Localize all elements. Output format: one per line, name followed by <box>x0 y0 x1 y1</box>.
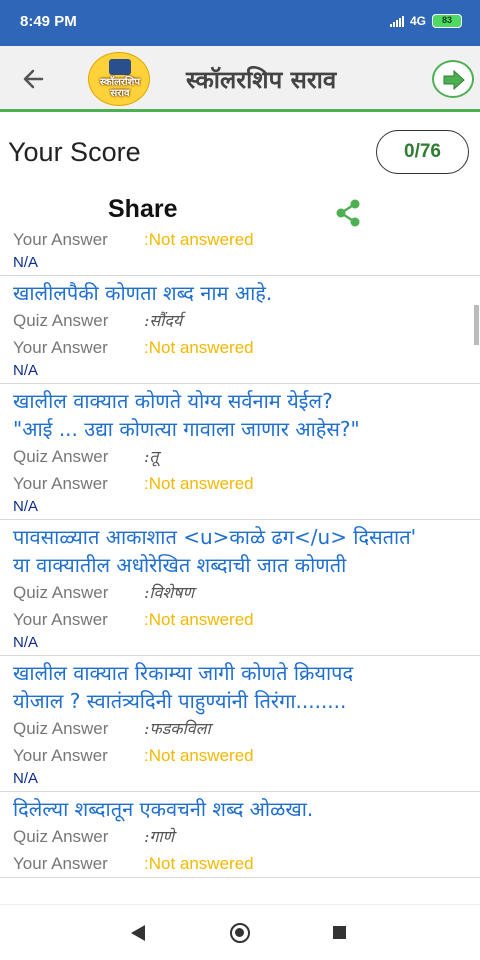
question-text: पावसाळ्यात आकाशात <u>काळे ढग</u> दिसतात' <box>13 525 417 549</box>
signal-icon <box>389 15 404 27</box>
system-nav-bar <box>0 904 480 960</box>
network-label: 4G <box>409 14 426 28</box>
answer-list[interactable]: Your Answer :Not answered N/A खालीलपैकी … <box>0 232 480 904</box>
question-text-line2: या वाक्यातील अधोरेखित शब्दाची जात कोणती <box>13 553 347 577</box>
quiz-answer-row: Quiz Answer :गाणे <box>13 823 467 850</box>
question-text-line2: योजाल ? स्वातंत्र्यदिनी पाहुण्यांनी तिरं… <box>13 689 347 713</box>
quiz-answer-label: Quiz Answer <box>13 311 109 330</box>
list-item: दिलेल्या शब्दातून एकवचनी शब्द ओळखा. Quiz… <box>0 792 480 878</box>
your-answer-value: :Not answered <box>144 474 254 493</box>
your-answer-row: Your Answer :Not answered <box>13 470 467 497</box>
na-label: N/A <box>13 254 39 271</box>
question-text: खालील वाक्यात रिकाम्या जागी कोणते क्रिया… <box>13 661 354 685</box>
scrollbar[interactable] <box>474 305 479 345</box>
na-label: N/A <box>13 498 39 515</box>
quiz-answer-value: :विशेषण <box>144 583 195 602</box>
quiz-answer-row: Quiz Answer :सौंदर्य <box>13 307 467 334</box>
nav-recent-icon[interactable] <box>333 926 346 939</box>
your-answer-value: :Not answered <box>144 338 254 357</box>
list-item: खालीलपैकी कोणता शब्द नाम आहे. Quiz Answe… <box>0 276 480 384</box>
your-answer-label: Your Answer <box>13 474 108 493</box>
score-value: 0/76 <box>376 130 469 174</box>
your-answer-label: Your Answer <box>13 854 108 873</box>
your-answer-value: :Not answered <box>144 610 254 629</box>
next-button[interactable] <box>432 60 474 98</box>
logo-text: स्कॉलरशिप सराव <box>99 77 141 99</box>
quiz-answer-row: Quiz Answer :फडकविला <box>13 715 467 742</box>
nav-back-icon[interactable] <box>131 925 145 941</box>
list-item: पावसाळ्यात आकाशात <u>काळे ढग</u> दिसतात'… <box>0 520 480 656</box>
your-answer-label: Your Answer <box>13 610 108 629</box>
quiz-answer-label: Quiz Answer <box>13 583 109 602</box>
your-answer-row: Your Answer :Not answered <box>13 742 467 769</box>
na-label: N/A <box>13 770 39 787</box>
arrow-right-icon <box>443 70 465 90</box>
question-text-line2: "आई ... उद्या कोणत्या गावाला जाणार आहेस?… <box>13 417 360 441</box>
share-icon[interactable] <box>334 198 362 228</box>
back-button[interactable] <box>20 65 48 93</box>
your-answer-row: Your Answer :Not answered <box>13 232 467 253</box>
question-text: खालील वाक्यात कोणते योग्य सर्वनाम येईल? <box>13 389 333 413</box>
share-label[interactable]: Share <box>108 195 177 224</box>
question-text: खालीलपैकी कोणता शब्द नाम आहे. <box>13 281 273 305</box>
quiz-answer-label: Quiz Answer <box>13 719 109 738</box>
na-label: N/A <box>13 362 39 379</box>
list-item: खालील वाक्यात कोणते योग्य सर्वनाम येईल? "… <box>0 384 480 520</box>
status-icons: 4G 83 <box>389 14 462 28</box>
quiz-answer-label: Quiz Answer <box>13 827 109 846</box>
your-answer-value: :Not answered <box>144 854 254 873</box>
list-item-partial: Your Answer :Not answered N/A <box>0 232 480 276</box>
your-answer-label: Your Answer <box>13 746 108 765</box>
quiz-answer-label: Quiz Answer <box>13 447 109 466</box>
your-answer-value: :Not answered <box>144 746 254 765</box>
list-item: खालील वाक्यात रिकाम्या जागी कोणते क्रिया… <box>0 656 480 792</box>
question-text: दिलेल्या शब्दातून एकवचनी शब्द ओळखा. <box>13 797 314 821</box>
app-bar: स्कॉलरशिप सराव स्कॉलरशिप सराव <box>0 46 480 112</box>
score-section: Your Score 0/76 Share <box>0 115 480 232</box>
status-bar: 8:49 PM 4G 83 <box>0 0 480 46</box>
arrow-left-icon <box>23 69 44 89</box>
your-answer-row: Your Answer :Not answered <box>13 334 467 361</box>
app-title: स्कॉलरशिप सराव <box>186 66 337 94</box>
score-label: Your Score <box>8 137 141 167</box>
quiz-answer-row: Quiz Answer :विशेषण <box>13 579 467 606</box>
quiz-answer-value: :फडकविला <box>144 719 211 738</box>
quiz-answer-value: :सौंदर्य <box>144 311 183 330</box>
status-time: 8:49 PM <box>20 13 77 30</box>
your-answer-label: Your Answer <box>13 338 108 357</box>
your-answer-row: Your Answer :Not answered <box>13 606 467 633</box>
book-icon <box>109 59 131 75</box>
quiz-answer-value: :गाणे <box>144 827 175 846</box>
battery-icon: 83 <box>432 14 462 28</box>
nav-home-icon[interactable] <box>230 923 250 943</box>
your-answer-value: :Not answered <box>144 232 254 249</box>
quiz-answer-value: :तू <box>144 447 159 466</box>
quiz-answer-row: Quiz Answer :तू <box>13 443 467 470</box>
your-answer-label: Your Answer <box>13 232 108 249</box>
na-label: N/A <box>13 634 39 651</box>
your-answer-row: Your Answer :Not answered <box>13 850 467 877</box>
app-logo: स्कॉलरशिप सराव <box>88 52 150 106</box>
